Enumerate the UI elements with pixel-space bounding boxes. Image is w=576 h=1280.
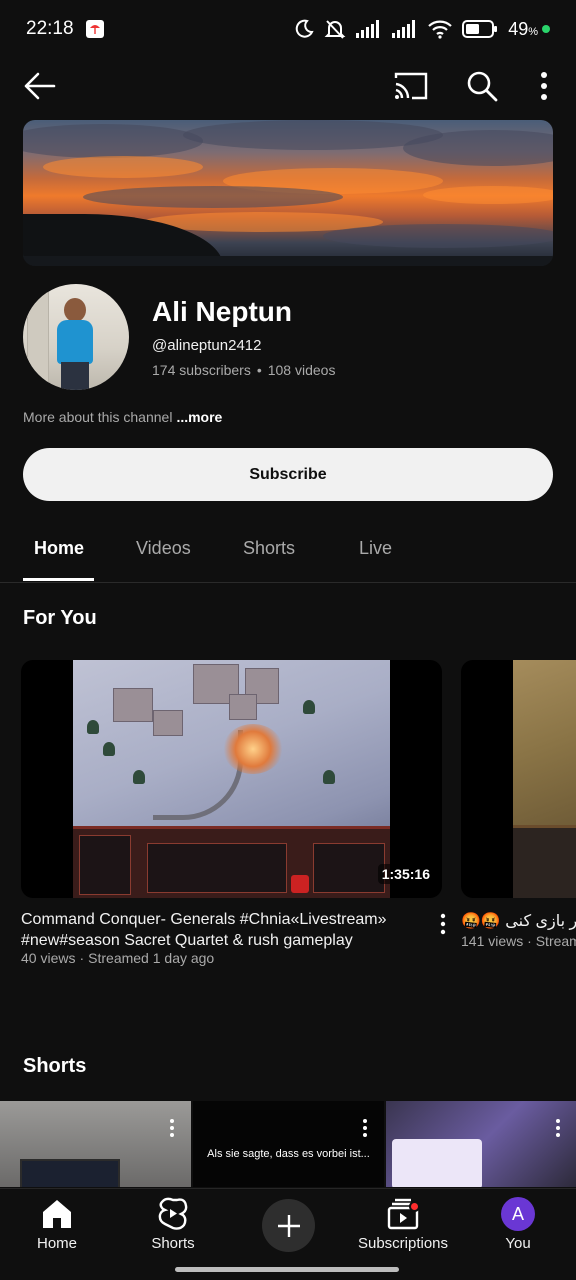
video-streamed: Streamed 1 day ago: [88, 950, 215, 966]
short-caption: Als sie sagte, dass es vorbei ist...: [207, 1148, 370, 1160]
more-vert-icon[interactable]: [530, 68, 558, 104]
video-streamed: Stream: [535, 933, 576, 949]
nav-shorts[interactable]: Shorts: [118, 1197, 228, 1252]
video-more-icon[interactable]: [436, 912, 450, 936]
nav-label: Shorts: [151, 1235, 195, 1252]
notification-badge: [409, 1201, 420, 1212]
wifi-icon: [428, 20, 452, 39]
short-thumbnail[interactable]: Als sie sagte, dass es vorbei ist...: [193, 1101, 384, 1187]
meta-separator: ·: [527, 933, 532, 949]
about-more-link[interactable]: ...more: [176, 409, 222, 425]
video-meta: 141 views · Stream: [461, 933, 576, 949]
channel-tabs: Home Videos Shorts Live: [0, 520, 576, 583]
video-meta: 40 views · Streamed 1 day ago: [21, 950, 214, 966]
cast-icon[interactable]: [392, 70, 430, 102]
section-title-for-you: For You: [23, 607, 97, 629]
home-icon: [43, 1200, 71, 1228]
battery-icon: [462, 20, 498, 38]
video-duration: 1:35:16: [377, 864, 434, 884]
tab-live[interactable]: Live: [359, 538, 392, 559]
short-more-icon[interactable]: [361, 1117, 369, 1139]
channel-avatar[interactable]: [23, 284, 129, 390]
app-bar: [0, 58, 576, 114]
nav-home[interactable]: Home: [2, 1197, 112, 1252]
video-title[interactable]: Command Conquer- Generals #Chnia«Livestr…: [21, 909, 431, 951]
about-text: More about this channel: [23, 409, 173, 425]
notification-app-icon: [85, 20, 104, 38]
channel-stats: 174 subscribers • 108 videos: [152, 362, 335, 378]
back-arrow-icon[interactable]: [22, 70, 58, 102]
video-thumbnail[interactable]: [461, 660, 576, 898]
video-count: 108 videos: [267, 362, 336, 378]
stats-separator: •: [256, 362, 262, 378]
channel-handle: @alineptun2412: [152, 337, 262, 354]
status-bar: 22:18 49%: [0, 0, 576, 58]
section-title-shorts: Shorts: [23, 1055, 87, 1077]
short-more-icon[interactable]: [168, 1117, 176, 1139]
status-time: 22:18: [26, 18, 74, 39]
gesture-home-indicator[interactable]: [175, 1267, 399, 1272]
tab-videos[interactable]: Videos: [136, 538, 191, 559]
tab-shorts[interactable]: Shorts: [243, 538, 295, 559]
signal-icon: [392, 20, 416, 38]
mute-bell-icon: [324, 20, 346, 39]
channel-name: Ali Neptun: [152, 296, 292, 327]
nav-subscriptions[interactable]: Subscriptions: [348, 1197, 458, 1252]
account-avatar-icon: A: [501, 1197, 535, 1231]
nav-you[interactable]: A You: [463, 1197, 573, 1252]
create-plus-icon: [277, 1214, 300, 1237]
nav-label: Home: [36, 1235, 77, 1252]
subscriber-count: 174 subscribers: [152, 362, 251, 378]
tab-home[interactable]: Home: [34, 538, 84, 559]
video-thumbnail[interactable]: 1:35:16: [21, 660, 442, 898]
shorts-icon: [158, 1197, 188, 1230]
create-button[interactable]: [262, 1199, 315, 1252]
short-more-icon[interactable]: [554, 1117, 562, 1139]
short-thumbnail[interactable]: [386, 1101, 576, 1187]
meta-separator: ·: [79, 950, 85, 966]
bottom-navigation: Home Shorts Subscriptions A You: [0, 1188, 576, 1280]
search-icon[interactable]: [464, 68, 500, 104]
battery-percent: 49%: [508, 18, 538, 39]
video-title[interactable]: 🤬🤬 خر بازی کنی: [461, 911, 576, 931]
signal-icon: [356, 20, 380, 38]
charging-dot: [542, 25, 550, 33]
nav-label: Subscriptions: [357, 1235, 449, 1252]
video-views: 40 views: [21, 950, 76, 966]
moon-icon: [295, 19, 314, 38]
channel-banner: [23, 120, 553, 266]
subscribe-button[interactable]: Subscribe: [23, 448, 553, 501]
tab-active-indicator: [23, 578, 94, 581]
short-thumbnail[interactable]: [0, 1101, 191, 1187]
video-views: 141 views: [461, 933, 524, 949]
nav-label: You: [505, 1235, 531, 1252]
channel-about[interactable]: More about this channel ...more: [23, 409, 222, 425]
